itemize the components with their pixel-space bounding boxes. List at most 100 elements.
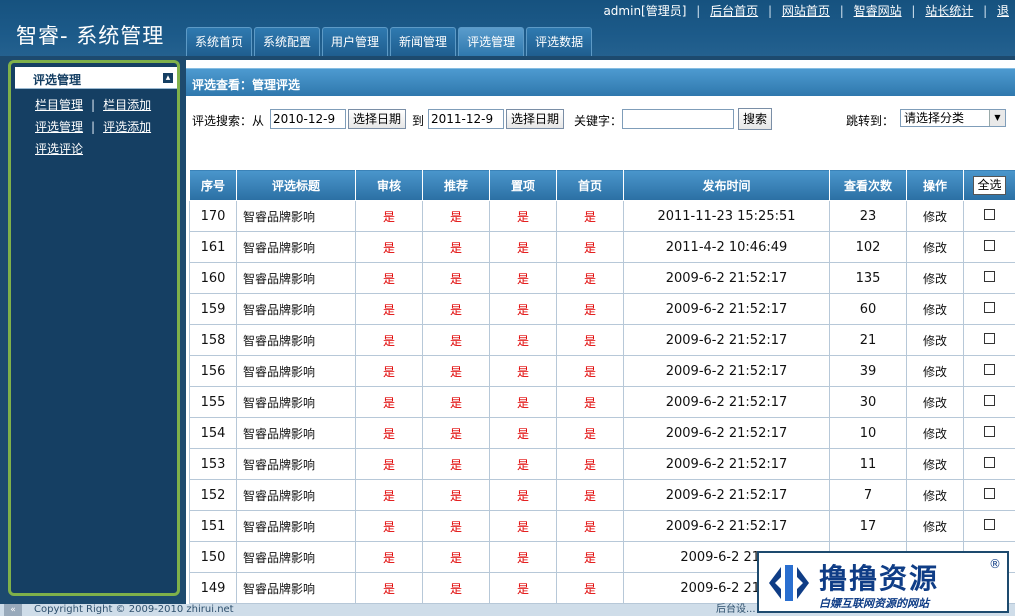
row-edit-link[interactable]: 修改 [906, 510, 964, 542]
row-view-count: 30 [829, 386, 907, 418]
col-header-top: 置项 [489, 169, 557, 201]
search-bar: 评选搜索：从 选择日期 到 选择日期 关键字： 搜索 跳转到： 请选择分类 ▼ [186, 104, 1015, 134]
row-checkbox[interactable] [984, 271, 995, 282]
footer-right-link[interactable]: 后台设... [716, 604, 756, 616]
sidebar-item-poll-add[interactable]: 评选添加 [103, 120, 151, 134]
tab-poll-management[interactable]: 评选管理 [458, 27, 525, 56]
row-top-flag: 是 [489, 200, 557, 232]
row-top-flag: 是 [489, 293, 557, 325]
row-checkbox[interactable] [984, 426, 995, 437]
row-edit-link[interactable]: 修改 [906, 293, 964, 325]
row-id: 158 [189, 324, 237, 356]
row-checkbox[interactable] [984, 519, 995, 530]
row-recommend-flag: 是 [422, 355, 490, 387]
row-home-flag: 是 [556, 448, 624, 480]
tab-system-home[interactable]: 系统首页 [186, 27, 253, 56]
row-recommend-flag: 是 [422, 448, 490, 480]
row-edit-link[interactable]: 修改 [906, 448, 964, 480]
row-edit-link[interactable]: 修改 [906, 262, 964, 294]
row-home-flag: 是 [556, 417, 624, 449]
sidebar-links: 栏目管理 | 栏目添加 评选管理 | 评选添加 评选评论 [35, 96, 185, 162]
collapse-sidebar-button[interactable]: « [4, 604, 22, 616]
sidebar-item-poll-comments[interactable]: 评选评论 [35, 142, 83, 156]
row-select-cell [963, 293, 1015, 325]
row-checkbox[interactable] [984, 302, 995, 313]
row-audit-flag: 是 [355, 448, 423, 480]
link-site-home[interactable]: 网站首页 [782, 4, 830, 18]
table-row: 160 智睿品牌影响是是是是 2009-6-2 21:52:17 135 修改 [189, 262, 1015, 294]
row-publish-time: 2009-6-2 21:52:17 [623, 293, 830, 325]
row-home-flag: 是 [556, 293, 624, 325]
chevron-down-icon: ▼ [989, 110, 1005, 126]
tab-news-management[interactable]: 新闻管理 [390, 27, 457, 56]
row-audit-flag: 是 [355, 417, 423, 449]
col-header-views: 查看次数 [829, 169, 907, 201]
row-home-flag: 是 [556, 262, 624, 294]
watermark-title: 撸撸资源 [819, 562, 940, 595]
row-checkbox[interactable] [984, 395, 995, 406]
row-edit-link[interactable]: 修改 [906, 386, 964, 418]
row-title: 智睿品牌影响 [236, 417, 356, 449]
keyword-input[interactable] [622, 109, 734, 129]
row-publish-time: 2009-6-2 21:52:17 [623, 262, 830, 294]
link-logout[interactable]: 退出 [997, 2, 1009, 19]
date-from-input[interactable] [270, 109, 346, 129]
row-checkbox[interactable] [984, 240, 995, 251]
sidebar-item-category-management[interactable]: 栏目管理 [35, 98, 83, 112]
col-header-id: 序号 [189, 169, 237, 201]
pick-date-from-button[interactable]: 选择日期 [348, 109, 407, 129]
row-checkbox[interactable] [984, 457, 995, 468]
main-tabs: 系统首页 系统配置 用户管理 新闻管理 评选管理 评选数据 [186, 27, 594, 56]
search-from-label: 评选搜索：从 [192, 114, 265, 128]
link-admin-home[interactable]: 后台首页 [710, 4, 758, 18]
col-header-action: 操作 [906, 169, 964, 201]
row-recommend-flag: 是 [422, 386, 490, 418]
row-checkbox[interactable] [984, 333, 995, 344]
row-publish-time: 2009-6-2 21:52:17 [623, 324, 830, 356]
sidebar-item-category-add[interactable]: 栏目添加 [103, 98, 151, 112]
table-row: 170 智睿品牌影响是是是是 2011-11-23 15:25:51 23 修改 [189, 200, 1015, 232]
row-recommend-flag: 是 [422, 200, 490, 232]
collapse-icon[interactable]: ▴ [163, 73, 173, 83]
row-edit-link[interactable]: 修改 [906, 479, 964, 511]
row-edit-link[interactable]: 修改 [906, 324, 964, 356]
row-title: 智睿品牌影响 [236, 324, 356, 356]
sidebar-item-poll-management[interactable]: 评选管理 [35, 120, 83, 134]
row-home-flag: 是 [556, 324, 624, 356]
row-title: 智睿品牌影响 [236, 200, 356, 232]
sidebar-title: 评选管理 [33, 73, 82, 87]
row-recommend-flag: 是 [422, 479, 490, 511]
row-id: 150 [189, 541, 237, 573]
row-recommend-flag: 是 [422, 541, 490, 573]
row-recommend-flag: 是 [422, 572, 490, 604]
row-edit-link[interactable]: 修改 [906, 417, 964, 449]
row-top-flag: 是 [489, 572, 557, 604]
tab-system-config[interactable]: 系统配置 [254, 27, 321, 56]
date-to-input[interactable] [428, 109, 504, 129]
current-user: admin[管理员] [603, 4, 687, 18]
table-row: 159 智睿品牌影响是是是是 2009-6-2 21:52:17 60 修改 [189, 293, 1015, 325]
row-id: 156 [189, 355, 237, 387]
row-view-count: 21 [829, 324, 907, 356]
col-header-recommend: 推荐 [422, 169, 490, 201]
tab-poll-data[interactable]: 评选数据 [526, 27, 593, 56]
search-button[interactable]: 搜索 [738, 108, 773, 130]
row-id: 151 [189, 510, 237, 542]
row-checkbox[interactable] [984, 209, 995, 220]
row-edit-link[interactable]: 修改 [906, 355, 964, 387]
link-zhirui-site[interactable]: 智睿网站 [854, 4, 902, 18]
row-publish-time: 2009-6-2 21:52:17 [623, 386, 830, 418]
tab-user-management[interactable]: 用户管理 [322, 27, 389, 56]
top-links: admin[管理员] | 后台首页 | 网站首页 | 智睿网站 | 站长统计 |… [603, 2, 1009, 19]
row-checkbox[interactable] [984, 488, 995, 499]
link-site-stats[interactable]: 站长统计 [925, 4, 973, 18]
row-edit-link[interactable]: 修改 [906, 200, 964, 232]
main-content: 评选查看：管理评选 评选搜索：从 选择日期 到 选择日期 关键字： 搜索 跳转到… [186, 60, 1015, 608]
category-select[interactable]: 请选择分类 ▼ [900, 109, 1006, 127]
row-edit-link[interactable]: 修改 [906, 231, 964, 263]
pick-date-to-button[interactable]: 选择日期 [506, 109, 565, 129]
sidebar-row: 评选评论 [35, 140, 185, 162]
row-checkbox[interactable] [984, 364, 995, 375]
select-all-button[interactable]: 全选 [973, 175, 1006, 195]
sidebar-row: 评选管理 | 评选添加 [35, 120, 152, 134]
